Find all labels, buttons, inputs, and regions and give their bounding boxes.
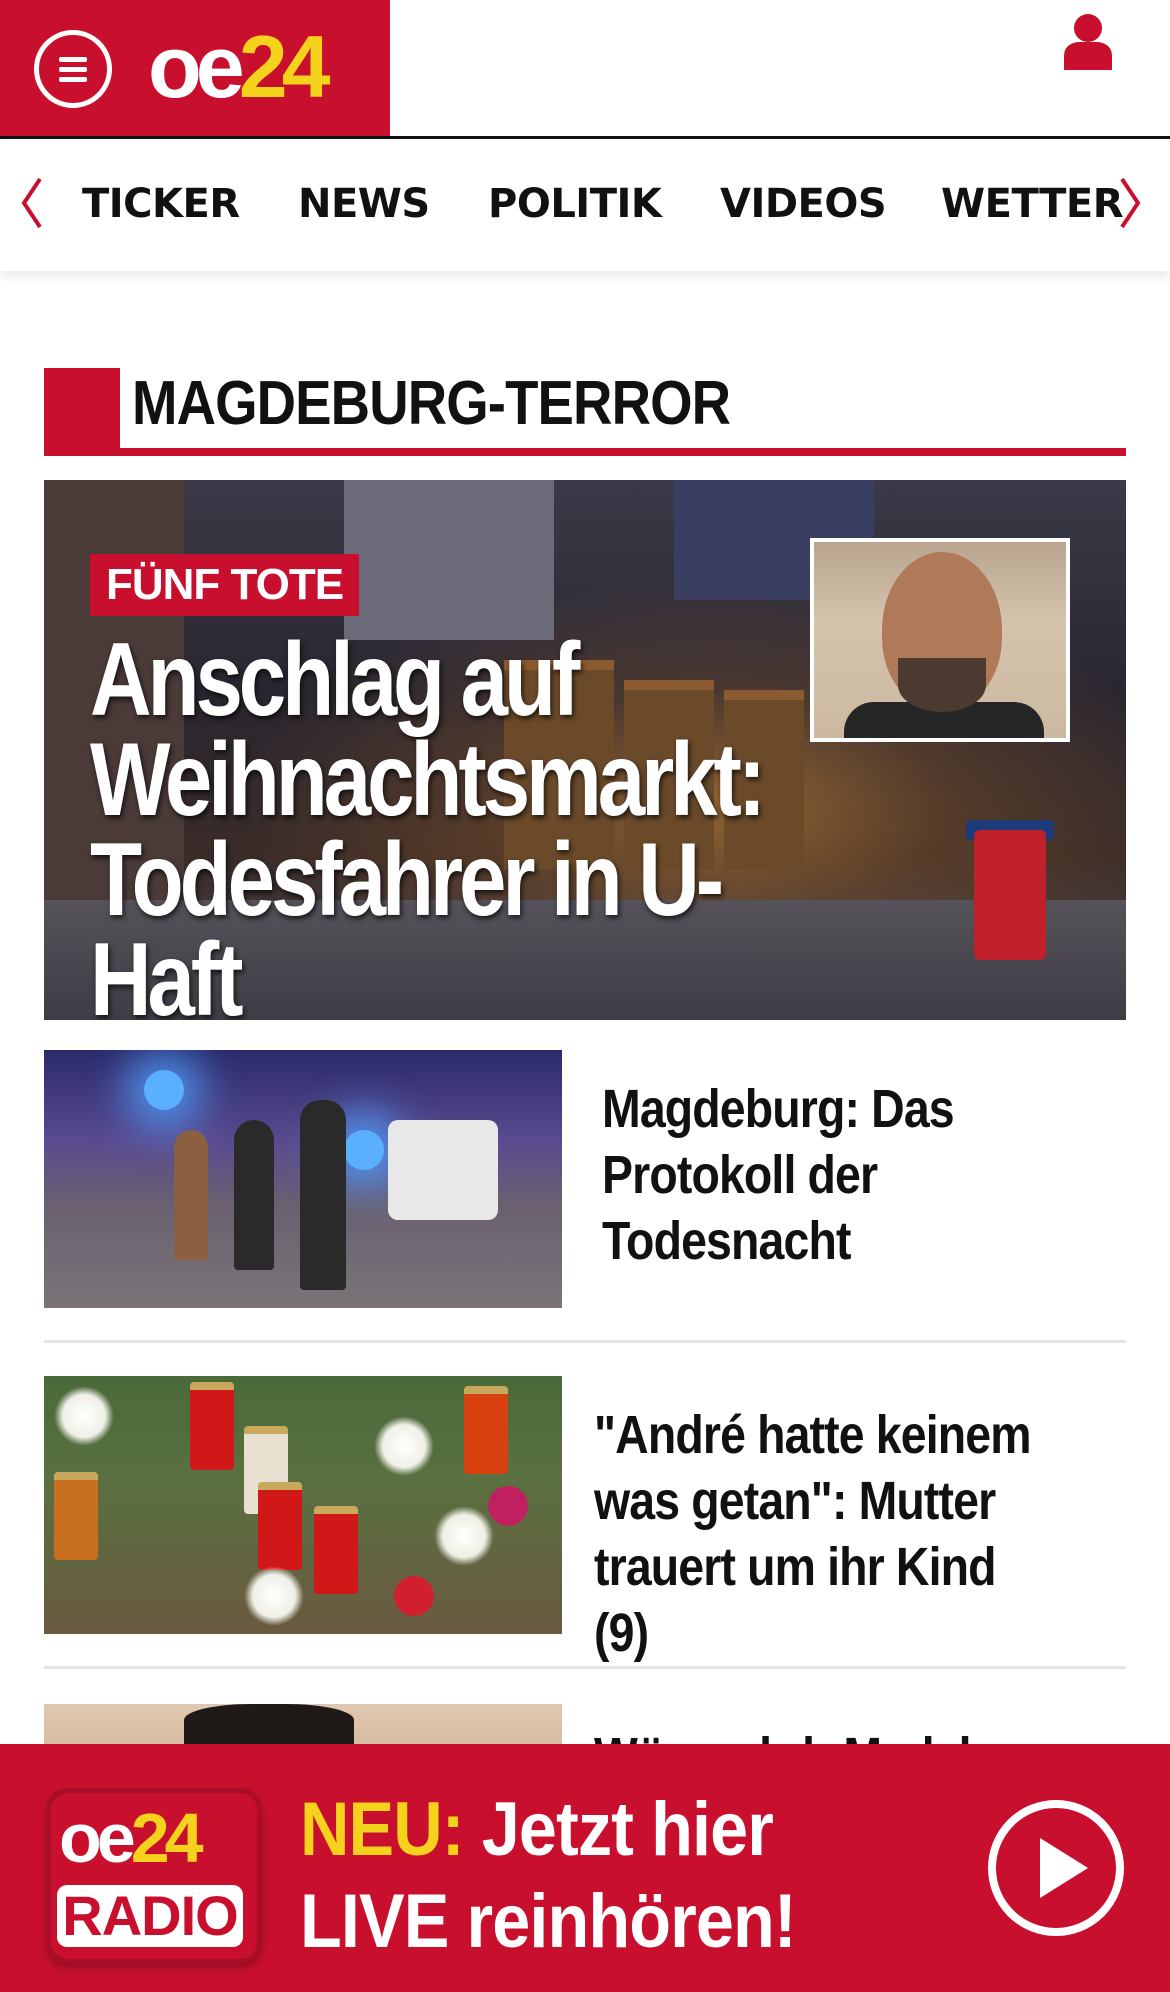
police-light <box>144 1070 184 1110</box>
police-light <box>344 1130 384 1170</box>
list-divider <box>44 1340 1126 1343</box>
nav-item-wetter[interactable]: WETTER <box>941 179 1124 229</box>
chevron-left-icon[interactable] <box>18 175 46 231</box>
section-red-block <box>44 368 120 456</box>
radio-logo-oe: oe <box>59 1799 136 1877</box>
hero-building <box>344 480 554 640</box>
person <box>234 1120 274 1270</box>
hero-title: Anschlag auf Weihnachtsmarkt: Todesfahre… <box>90 622 828 1020</box>
user-icon[interactable] <box>1060 12 1116 70</box>
grave-candle <box>314 1506 358 1594</box>
hero-title-line: Anschlag auf <box>90 622 580 738</box>
banner-line-2: LIVE reinhören! <box>300 1879 797 1964</box>
article-card[interactable]: "André hatte keinem was getan": Mutter t… <box>44 1376 1126 1663</box>
play-button[interactable] <box>988 1800 1124 1936</box>
hero-badge: FÜNF TOTE <box>90 554 360 616</box>
radio-logo-label: RADIO <box>57 1885 243 1947</box>
radio-logo: oe24 RADIO <box>46 1788 262 1964</box>
section-header[interactable]: MAGDEBURG-TERROR <box>44 368 1126 456</box>
logo-24: 24 <box>238 17 331 116</box>
hero-inset-portrait <box>810 538 1070 742</box>
article-title-line: trauert um ihr Kind (9) <box>594 1537 997 1663</box>
person <box>300 1100 346 1290</box>
banner-text: NEU: Jetzt hier LIVE reinhören! <box>300 1784 797 1968</box>
banner-neu: NEU: <box>300 1787 465 1872</box>
hero-title-line: Weihnachtsmarkt: <box>90 722 766 838</box>
article-thumbnail <box>44 1704 562 1744</box>
category-nav: TICKER NEWS POLITIK VIDEOS WETTER <box>0 139 1170 271</box>
radio-logo-24: 24 <box>130 1799 204 1877</box>
hero-article[interactable]: FÜNF TOTE Anschlag auf Weihnachtsmarkt: … <box>44 480 1126 1020</box>
play-icon <box>1040 1838 1088 1898</box>
radio-logo-top: oe24 <box>59 1799 204 1877</box>
grave-candle <box>54 1472 98 1560</box>
portrait-hair <box>184 1704 354 1744</box>
brand-box: oe24 <box>0 0 390 136</box>
article-card[interactable]: Magdeburg: Das Protokoll der Todesnacht <box>44 1050 1126 1308</box>
article-title: Würgeabdr Madel... <box>594 1724 1008 1744</box>
chevron-right-icon[interactable] <box>1116 175 1144 231</box>
banner-line-1: NEU: Jetzt hier <box>300 1784 796 1876</box>
ambulance <box>388 1120 498 1220</box>
article-title: "André hatte keinem was getan": Mutter t… <box>594 1402 1052 1666</box>
article-title-line: "André hatte keinem <box>594 1405 1032 1465</box>
article-title-line: Magdeburg: Das <box>602 1079 955 1139</box>
flower <box>488 1486 528 1526</box>
grave-candle <box>190 1382 234 1470</box>
section-underline <box>44 448 1126 456</box>
article-thumbnail <box>44 1376 562 1634</box>
article-title-line: Todesnacht <box>602 1211 851 1271</box>
hamburger-menu-icon[interactable] <box>34 30 112 108</box>
banner-line-1-rest: Jetzt hier <box>463 1787 774 1872</box>
flower <box>54 1386 114 1446</box>
hero-bin <box>974 830 1046 960</box>
person <box>174 1130 208 1260</box>
nav-item-politik[interactable]: POLITIK <box>488 179 662 229</box>
logo-oe: oe <box>148 17 245 116</box>
flower <box>374 1416 434 1476</box>
site-header: oe24 <box>0 0 1170 139</box>
nav-item-ticker[interactable]: TICKER <box>82 179 240 229</box>
nav-item-videos[interactable]: VIDEOS <box>720 179 887 229</box>
article-title-line: Würgeabdr Madel... <box>594 1724 1008 1744</box>
flower <box>394 1576 434 1616</box>
article-title: Magdeburg: Das Protokoll der Todesnacht <box>602 1076 955 1274</box>
article-title-line: was getan": Mutter <box>594 1471 996 1531</box>
grave-candle <box>258 1482 302 1570</box>
grave-candle <box>464 1386 508 1474</box>
radio-banner[interactable]: oe24 RADIO NEU: Jetzt hier LIVE reinhöre… <box>0 1744 1170 1992</box>
article-card[interactable]: Würgeabdr Madel... <box>44 1704 1126 1744</box>
article-title-line: Protokoll der <box>602 1145 878 1205</box>
list-divider <box>44 1666 1126 1669</box>
article-thumbnail <box>44 1050 562 1308</box>
nav-item-news[interactable]: NEWS <box>298 179 430 229</box>
flower <box>434 1506 494 1566</box>
site-logo[interactable]: oe24 <box>148 22 331 112</box>
flower <box>244 1566 304 1626</box>
hero-title-line: Todesfahrer in U-Haft <box>90 822 724 1020</box>
section-title: MAGDEBURG-TERROR <box>132 369 731 438</box>
